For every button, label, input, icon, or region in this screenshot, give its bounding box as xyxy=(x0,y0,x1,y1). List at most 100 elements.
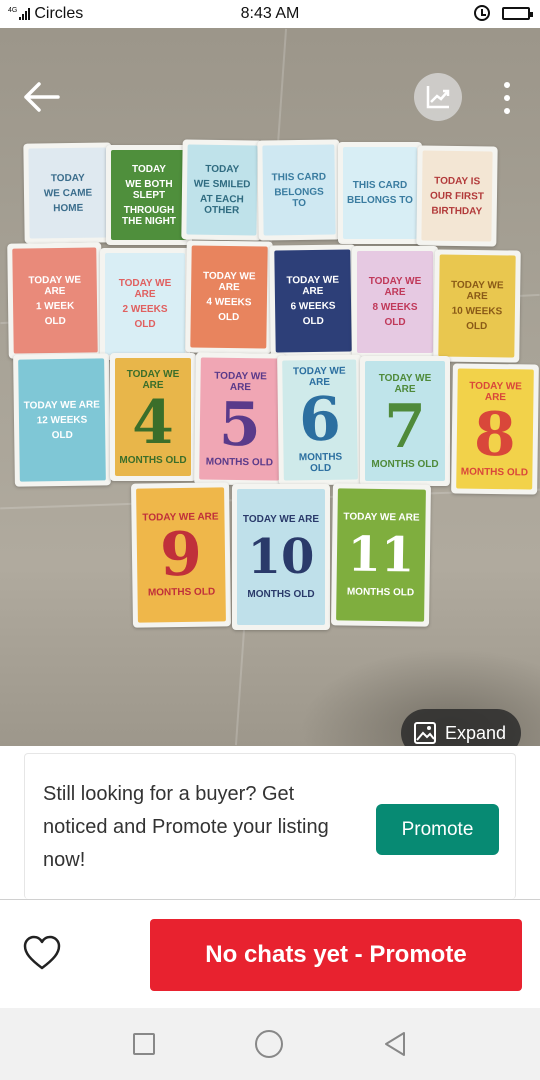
milestone-card-face: TODAY WE ARE 7 MONTHS OLD xyxy=(365,361,445,481)
favorite-button[interactable] xyxy=(22,934,62,974)
promote-button[interactable]: Promote xyxy=(376,804,499,855)
milestone-text: 10 WEEKS xyxy=(451,305,503,318)
milestone-card: TODAY WE ARE 11 MONTHS OLD xyxy=(331,483,431,627)
milestone-text: TODAY WE ARE xyxy=(202,270,256,294)
heart-icon xyxy=(23,935,61,970)
milestone-card: TODAY WE ARE 5 MONTHS OLD xyxy=(194,352,286,486)
milestone-card-face: TODAY WE ARE 5 MONTHS OLD xyxy=(199,357,281,481)
milestone-text: TODAY WE ARE xyxy=(368,276,422,298)
milestone-card-face: TODAY WE ARE 4 WEEKS OLD xyxy=(190,245,268,349)
milestone-card: TODAY WE ARE 1 WEEK OLD xyxy=(7,242,103,359)
milestone-text: THIS CARD xyxy=(352,180,408,191)
milestone-text: OLD xyxy=(302,315,324,328)
milestone-text: OUR FIRST xyxy=(429,190,485,202)
listing-photo[interactable]: TODAY WE CAME HOME TODAY WE BOTH SLEPT THROUG… xyxy=(0,28,540,746)
back-button[interactable] xyxy=(22,80,62,114)
milestone-card-face: TODAY WE ARE 11 MONTHS OLD xyxy=(336,488,426,622)
milestone-card-face: THIS CARD BELONGS TO xyxy=(262,144,336,236)
milestone-text: 12 WEEKS xyxy=(36,414,88,426)
milestone-card: TODAY WE BOTH SLEPT THROUGH THE NIGHT xyxy=(106,145,192,245)
milestone-text: WE CAME xyxy=(43,187,93,199)
promote-card: Still looking for a buyer? Get noticed a… xyxy=(24,753,516,899)
milestone-number: 4 xyxy=(132,387,174,458)
milestone-text: WE SMILED xyxy=(193,178,251,191)
no-chats-promote-button[interactable]: No chats yet - Promote xyxy=(150,919,522,991)
back-triangle-icon[interactable] xyxy=(383,1031,407,1057)
milestone-card-face: TODAY WE ARE 12 WEEKS OLD xyxy=(18,358,106,482)
milestone-card: TODAY WE ARE 8 MONTHS OLD xyxy=(451,363,539,495)
system-nav-bar xyxy=(0,1008,540,1080)
promote-message: Still looking for a buyer? Get noticed a… xyxy=(43,783,329,871)
milestone-card-face: TODAY WE BOTH SLEPT THROUGH THE NIGHT xyxy=(111,150,187,240)
more-vertical-icon[interactable] xyxy=(496,78,518,118)
milestone-card: TODAY WE ARE 9 MONTHS OLD xyxy=(130,482,232,628)
milestone-card: TODAY WE ARE 2 WEEKS OLD xyxy=(100,248,190,360)
milestone-text: TODAY WE ARE xyxy=(450,279,504,303)
milestone-card-face: TODAY WE ARE 9 MONTHS OLD xyxy=(136,487,226,623)
milestone-card: TODAY WE ARE 6 WEEKS OLD xyxy=(269,244,357,358)
expand-button[interactable]: Expand xyxy=(401,709,521,746)
bottom-action-bar: No chats yet - Promote xyxy=(0,899,540,1008)
milestone-number: 11 xyxy=(347,526,415,584)
signal-icon xyxy=(19,8,31,20)
milestone-card-face: TODAY IS OUR FIRST BIRTHDAY xyxy=(421,150,493,242)
status-right xyxy=(474,5,533,21)
milestone-card-face: TODAY WE ARE 1 WEEK OLD xyxy=(12,247,98,354)
milestone-text: MONTHS OLD xyxy=(460,466,529,478)
listing-screen: 4G Circles 8:43 AM TODAY WE CAME HOME TODAY… xyxy=(0,0,540,1080)
milestone-text: BELONGS TO xyxy=(274,186,324,209)
milestone-text: BIRTHDAY xyxy=(431,205,483,217)
milestone-card-face: TODAY WE ARE 6 MONTHS OLD xyxy=(282,359,358,481)
milestone-text: MONTHS OLD xyxy=(247,589,315,600)
milestone-text: TODAY xyxy=(50,172,85,184)
milestone-text: HOME xyxy=(53,202,84,214)
milestone-card-face: TODAY WE ARE 10 MONTHS OLD xyxy=(237,489,325,625)
milestone-text: MONTHS OLD xyxy=(298,451,343,475)
milestone-text: TODAY IS xyxy=(434,175,481,187)
milestone-card: TODAY WE ARE 4 MONTHS OLD xyxy=(110,353,196,481)
milestone-text: WE BOTH SLEPT xyxy=(125,178,173,201)
image-icon xyxy=(414,722,436,744)
milestone-text: AT EACH OTHER xyxy=(199,193,244,217)
milestone-text: 6 WEEKS xyxy=(290,300,336,313)
milestone-card: TODAY WE ARE 7 MONTHS OLD xyxy=(360,356,450,486)
milestone-card-face: THIS CARD BELONGS TO xyxy=(343,147,417,239)
milestone-text: BELONGS TO xyxy=(347,195,413,206)
milestone-text: OLD xyxy=(51,429,73,441)
milestone-text: OLD xyxy=(134,319,156,330)
milestone-text: TODAY WE ARE xyxy=(118,278,172,300)
home-icon[interactable] xyxy=(255,1030,283,1058)
milestone-number: 6 xyxy=(298,384,342,456)
milestone-card: THIS CARD BELONGS TO xyxy=(338,142,422,244)
milestone-text: TODAY WE ARE xyxy=(286,274,340,298)
milestone-card: THIS CARD BELONGS TO xyxy=(257,139,341,241)
milestone-card: TODAY IS OUR FIRST BIRTHDAY xyxy=(416,145,498,247)
milestone-text: OLD xyxy=(44,315,66,327)
milestone-number: 7 xyxy=(384,391,426,462)
milestone-card: TODAY WE ARE 8 WEEKS OLD xyxy=(352,246,438,358)
milestone-text: 1 WEEK xyxy=(35,300,75,312)
milestone-card-face: TODAY WE ARE 10 WEEKS OLD xyxy=(438,254,516,358)
status-left: 4G Circles xyxy=(8,5,208,23)
status-bar: 4G Circles 8:43 AM xyxy=(0,0,540,28)
milestone-card-face: TODAY WE ARE 6 WEEKS OLD xyxy=(274,249,352,353)
milestone-number: 10 xyxy=(247,529,315,585)
milestone-text: MONTHS OLD xyxy=(119,454,187,466)
milestone-number: 5 xyxy=(218,389,262,460)
milestone-text: TODAY WE ARE xyxy=(23,398,100,412)
milestone-number: 9 xyxy=(159,519,203,591)
milestone-text: TODAY WE ARE xyxy=(242,514,320,525)
milestone-text: OLD xyxy=(466,320,488,333)
milestone-card: TODAY WE ARE 10 WEEKS OLD xyxy=(433,249,521,363)
milestone-card-face: TODAY WE ARE 4 MONTHS OLD xyxy=(115,358,191,476)
recent-apps-icon[interactable] xyxy=(133,1033,155,1055)
milestone-text: 8 WEEKS xyxy=(372,302,418,313)
milestone-text: THROUGH THE NIGHT xyxy=(122,204,176,227)
milestone-card-face: TODAY WE ARE 8 WEEKS OLD xyxy=(357,251,433,353)
milestone-card: TODAY WE SMILED AT EACH OTHER xyxy=(181,139,263,241)
carrier-name: Circles xyxy=(34,5,84,22)
milestone-card-face: TODAY WE CAME HOME xyxy=(28,147,108,239)
alarm-icon xyxy=(474,5,490,21)
stats-button[interactable] xyxy=(414,73,462,121)
milestone-card: TODAY WE ARE 6 MONTHS OLD xyxy=(277,354,363,486)
